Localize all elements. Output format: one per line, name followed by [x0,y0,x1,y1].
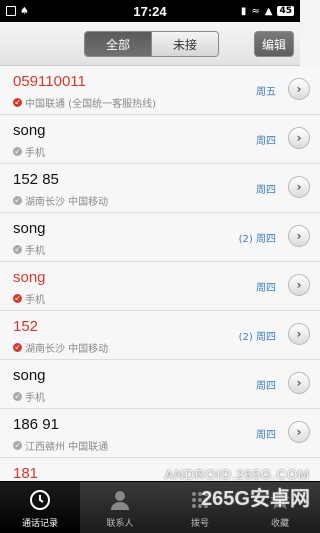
details-arrow-icon[interactable]: › [288,274,310,296]
system-icons: ▮ ≈ ▲ 45 [241,6,294,17]
call-detail: ↙ 湖南长沙 中国移动 [13,340,108,355]
incoming-call-icon: ↙ [13,245,22,254]
bottom-tab-bar: 通话记录 联系人 拨号 收藏 [0,481,320,533]
call-time: 周四 [256,283,276,294]
call-detail: ↙ 湖南长沙 中国移动 [13,193,108,208]
call-time: 周五 [256,87,276,98]
call-detail: ↙ 手机 [13,242,45,257]
call-detail-text: 手机 [25,148,45,159]
call-time: 周四 [256,381,276,392]
call-log-row[interactable]: song ↙ 手机 周四 › [0,262,320,311]
details-arrow-icon[interactable]: › [288,78,310,100]
tab-favorites[interactable]: 收藏 [240,482,320,533]
details-arrow-icon[interactable]: › [288,225,310,247]
caller-name: song [13,220,46,237]
details-arrow-icon[interactable]: › [288,323,310,345]
call-detail-text: 手机 [25,246,45,257]
caller-name: 186 91 [13,416,59,433]
tab-label: 拨号 [190,519,209,529]
missed-call-icon: ↙ [13,294,22,303]
call-log-list: 059110011 ↙ 中国联通 (全国统一客服热线) 周五 › song ↙ 手机 周四 › 15… [0,66,320,481]
call-log-row[interactable]: 059110011 ↙ 中国联通 (全国统一客服热线) 周五 › [0,66,320,115]
call-time: 周四 [256,430,276,441]
call-detail-text: 中国联通 (全国统一客服热线) [25,99,156,110]
battery-level: 45 [277,6,294,16]
call-time: (2) 周四 [238,332,276,343]
call-detail-text: 江西赣州 中国联通 [25,442,109,453]
tab-dialer[interactable]: 拨号 [160,482,240,533]
caller-name: 059110011 [13,73,86,90]
call-detail: ↙ 江西赣州 中国联通 [13,438,108,453]
call-detail-text: 湖南长沙 中国移动 [25,197,109,208]
caller-name: song [13,269,46,286]
incoming-call-icon: ↙ [13,147,22,156]
call-log-row[interactable]: 181 [0,458,320,481]
call-log-row[interactable]: 152 85 ↙ 湖南长沙 中国移动 周四 › [0,164,320,213]
caller-name: song [13,367,46,384]
caller-name: 152 [13,318,39,335]
caller-name: 152 85 [13,171,59,188]
star-icon [267,487,293,513]
tab-contacts[interactable]: 联系人 [80,482,160,533]
user-icon: ♠ [20,5,29,17]
caller-name: song [13,122,46,139]
call-time: (2) 周四 [238,234,276,245]
call-detail: ↙ 手机 [13,144,45,159]
tab-label: 通话记录 [21,519,58,529]
signal-icon: ▲ [264,5,273,17]
details-arrow-icon[interactable]: › [288,421,310,443]
call-log-row[interactable]: 152 ↙ 湖南长沙 中国移动 (2) 周四 › [0,311,320,360]
filter-segmented-control: 全部 未接 [84,31,219,57]
notification-icons: ♠ [6,6,29,17]
details-arrow-icon[interactable]: › [288,127,310,149]
details-arrow-icon[interactable]: › [288,372,310,394]
call-detail: ↙ 手机 [13,389,45,404]
call-detail: ↙ 手机 [13,291,45,306]
notification-icon [6,6,16,16]
person-icon [107,487,133,513]
tab-label: 收藏 [270,519,289,529]
call-log-row[interactable]: song ↙ 手机 (2) 周四 › [0,213,320,262]
status-bar: ♠ 17:24 ▮ ≈ ▲ 45 [0,0,300,22]
tab-label: 联系人 [106,519,134,529]
call-detail-text: 手机 [25,295,45,306]
incoming-call-icon: ↙ [13,392,22,401]
vibrate-icon: ▮ [240,5,247,17]
wifi-icon: ≈ [251,5,260,17]
details-arrow-icon[interactable]: › [288,176,310,198]
tab-call-log[interactable]: 通话记录 [0,482,80,533]
segment-all[interactable]: 全部 [85,32,151,56]
edit-button[interactable]: 编辑 [254,31,294,57]
incoming-call-icon: ↙ [13,441,22,450]
missed-call-icon: ↙ [13,98,22,107]
incoming-call-icon: ↙ [13,196,22,205]
call-log-row[interactable]: 186 91 ↙ 江西赣州 中国联通 周四 › [0,409,320,458]
header-bar: 全部 未接 编辑 [0,22,300,66]
call-time: 周四 [256,136,276,147]
call-detail-text: 手机 [25,393,45,404]
call-log-row[interactable]: song ↙ 手机 周四 › [0,115,320,164]
caller-name: 181 [13,465,39,481]
segment-missed[interactable]: 未接 [151,32,218,56]
dialpad-icon [187,487,213,513]
call-detail: ↙ 中国联通 (全国统一客服热线) [13,95,156,110]
call-detail-text: 湖南长沙 中国移动 [25,344,109,355]
call-time: 周四 [256,185,276,196]
clock-icon [27,487,53,513]
call-log-row[interactable]: song ↙ 手机 周四 › [0,360,320,409]
missed-call-icon: ↙ [13,343,22,352]
